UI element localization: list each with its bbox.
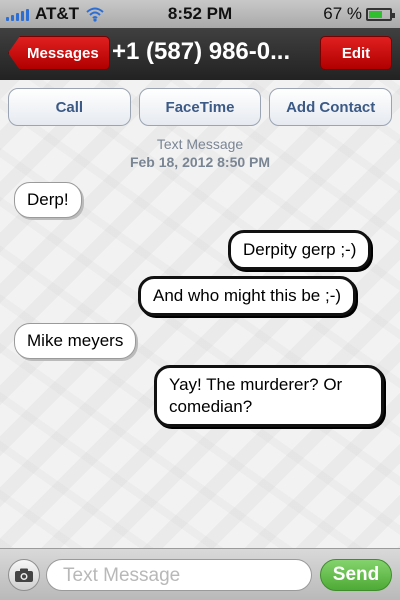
contact-actions: Call FaceTime Add Contact [8, 88, 393, 126]
battery-fill [369, 10, 383, 18]
conversation-area[interactable]: Call FaceTime Add Contact Text Message F… [0, 80, 400, 548]
camera-icon [15, 568, 33, 582]
battery-icon [366, 7, 395, 21]
edit-button[interactable]: Edit [320, 36, 392, 70]
message-bubble-outgoing: Yay! The murderer? Or comedian? [154, 365, 384, 427]
composer-bar: Text Message Send [0, 548, 400, 600]
add-contact-button[interactable]: Add Contact [269, 88, 393, 126]
thread-timestamp: Feb 18, 2012 8:50 PM [129, 154, 271, 170]
message-input[interactable]: Text Message [46, 559, 312, 591]
messages-back-button[interactable]: Messages [8, 36, 110, 70]
camera-button[interactable] [8, 559, 40, 591]
status-bar: AT&T 8:52 PM 67 % [0, 0, 400, 28]
battery-percent: 67 % [323, 4, 362, 23]
message-bubble-outgoing: And who might this be ;-) [138, 276, 357, 316]
service-label: Text Message [156, 136, 244, 152]
message-bubble-incoming: Derp! [14, 182, 82, 218]
conversation-title: +1 (587) 986-0... [112, 38, 291, 65]
call-button[interactable]: Call [8, 88, 131, 126]
message-bubble-incoming: Mike meyers [14, 323, 137, 359]
facetime-button[interactable]: FaceTime [138, 88, 262, 126]
navigation-bar: Messages +1 (587) 986-0... Edit [0, 28, 400, 80]
message-bubble-outgoing: Derpity gerp ;-) [228, 230, 372, 270]
send-button[interactable]: Send [320, 559, 392, 591]
battery-area: 67 % [323, 4, 395, 24]
